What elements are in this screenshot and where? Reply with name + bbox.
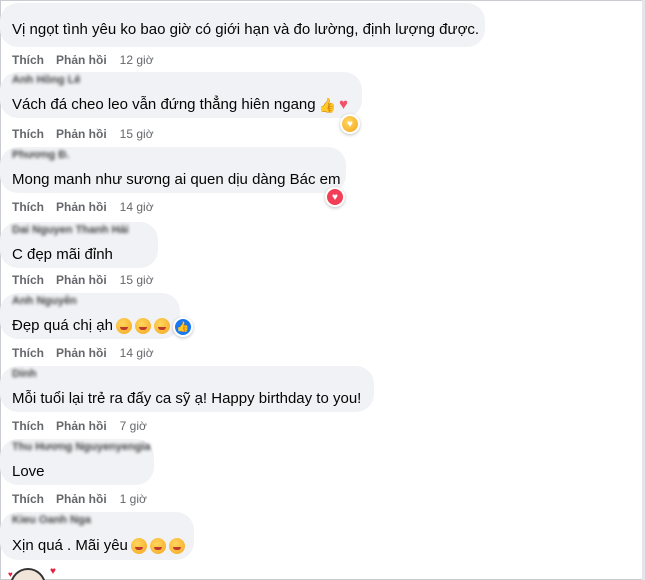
like-button[interactable]: Thích	[12, 492, 44, 506]
comment-timestamp[interactable]: 1 giờ	[120, 492, 147, 506]
reply-button[interactable]: Phản hồi	[56, 419, 107, 433]
comment-text: Mỗi tuổi lại trẻ ra đấy ca sỹ ạ! Happy b…	[12, 390, 362, 407]
comment-text: Vị ngọt tình yêu ko bao giờ có giới hạn …	[12, 21, 480, 38]
comment-bubble: Anh Hồng Lê Vách đá cheo leo vẫn đứng th…	[0, 72, 362, 118]
smiling-hearts-emoji	[153, 318, 170, 335]
comment-bubble: Vị ngọt tình yêu ko bao giờ có giới hạn …	[0, 3, 485, 47]
comment-bubble: Anh Nguyễn Đẹp quá chị ạh	[0, 293, 180, 339]
kissing-heart-emoji	[149, 538, 166, 555]
comment-timestamp[interactable]: 15 giờ	[120, 273, 154, 287]
comment-timestamp[interactable]: 15 giờ	[120, 127, 154, 141]
comment-actions: Thích Phản hồi 1 giờ	[12, 492, 147, 506]
like-button[interactable]: Thích	[12, 200, 44, 214]
kissing-heart-emoji	[130, 538, 147, 555]
comment-author[interactable]: Phương Đ.	[12, 149, 69, 161]
kissing-heart-emoji	[168, 538, 185, 555]
comment-timestamp[interactable]: 14 giờ	[120, 346, 154, 360]
like-button[interactable]: Thích	[12, 273, 44, 287]
comment-bubble: Thu Hương Nguyenyengia Love	[0, 439, 154, 485]
comment-text: Vách đá cheo leo vẫn đứng thẳng hiên nga…	[12, 96, 348, 114]
smiling-hearts-emoji	[115, 318, 132, 335]
reply-button[interactable]: Phản hồi	[56, 273, 107, 287]
like-button[interactable]: Thích	[12, 346, 44, 360]
comment-actions: Thích Phản hồi 14 giờ	[12, 200, 154, 214]
comment-author[interactable]: Anh Hồng Lê	[12, 74, 80, 86]
like-button[interactable]: Thích	[12, 53, 44, 67]
heart-icon: ♥	[50, 566, 56, 577]
reply-button[interactable]: Phản hồi	[56, 200, 107, 214]
like-button[interactable]: Thích	[12, 419, 44, 433]
comment-actions: Thích Phản hồi 15 giờ	[12, 127, 154, 141]
love-reaction-icon[interactable]: ♥	[325, 187, 345, 207]
comment-bubble: Phương Đ. Mong manh như sương ai quen dị…	[0, 147, 346, 193]
comment-actions: Thích Phản hồi 14 giờ	[12, 346, 154, 360]
comment-bubble: Dinh Mỗi tuổi lại trẻ ra đấy ca sỹ ạ! Ha…	[0, 366, 374, 412]
comment-actions: Thích Phản hồi 7 giờ	[12, 419, 147, 433]
heart-emoji: ♥	[339, 96, 348, 114]
thumbs-up-emoji: 👍	[318, 96, 337, 113]
comment-timestamp[interactable]: 7 giờ	[120, 419, 147, 433]
comment-text: C đẹp mãi đỉnh	[12, 246, 113, 263]
reply-button[interactable]: Phản hồi	[56, 127, 107, 141]
like-button[interactable]: Thích	[12, 127, 44, 141]
comment-text: Love	[12, 463, 45, 480]
comment-bubble: Dai Nguyen Thanh Hải C đẹp mãi đỉnh	[0, 222, 158, 268]
comment-timestamp[interactable]: 14 giờ	[120, 200, 154, 214]
comment-author[interactable]: Kieu Oanh Nga	[12, 514, 91, 526]
comment-author[interactable]: Thu Hương Nguyenyengia	[12, 441, 151, 453]
reply-button[interactable]: Phản hồi	[56, 53, 107, 67]
comment-actions: Thích Phản hồi 12 giờ	[12, 53, 154, 67]
comment-author[interactable]: Dai Nguyen Thanh Hải	[12, 224, 129, 236]
like-reaction-icon[interactable]: 👍	[173, 317, 193, 337]
comment-text: Xịn quá . Mãi yêu	[12, 537, 185, 555]
comment-bubble: Kieu Oanh Nga Xịn quá . Mãi yêu	[0, 512, 194, 560]
comment-author[interactable]: Dinh	[12, 368, 36, 380]
care-reaction-icon[interactable]: ♥	[340, 114, 360, 134]
reply-button[interactable]: Phản hồi	[56, 346, 107, 360]
comment-actions: Thích Phản hồi 15 giờ	[12, 273, 154, 287]
reply-button[interactable]: Phản hồi	[56, 492, 107, 506]
comment-text: Mong manh như sương ai quen dịu dàng Bác…	[12, 171, 341, 188]
smiling-hearts-emoji	[134, 318, 151, 335]
comment-author[interactable]: Anh Nguyễn	[12, 295, 77, 307]
comment-text: Đẹp quá chị ạh	[12, 317, 170, 335]
comment-timestamp[interactable]: 12 giờ	[120, 53, 154, 67]
